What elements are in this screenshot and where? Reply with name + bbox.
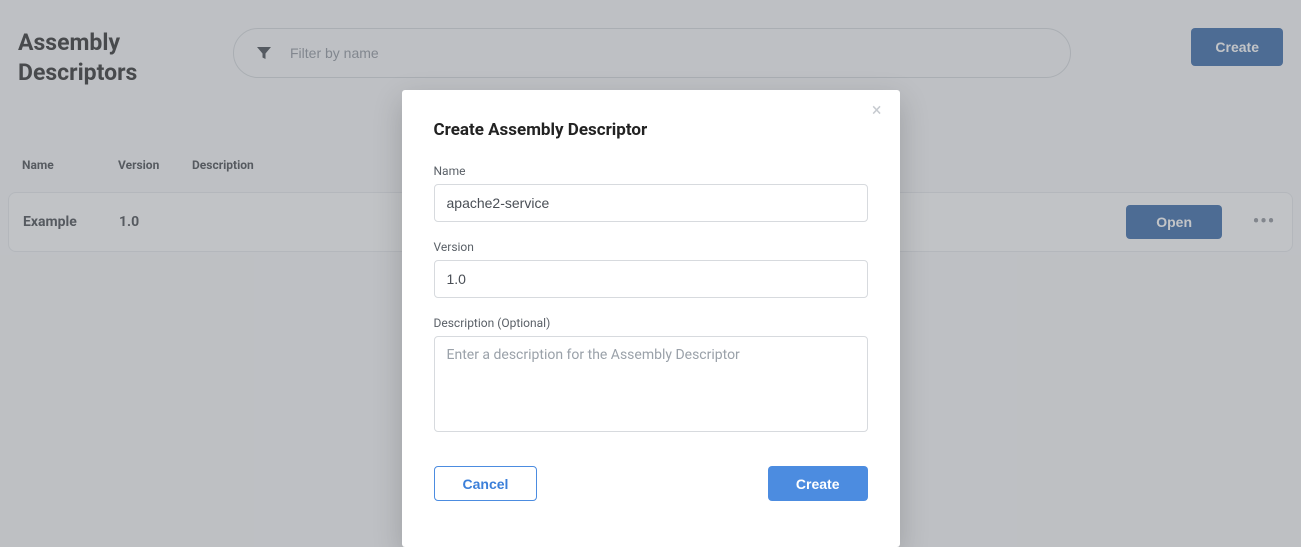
close-icon[interactable]: × — [872, 102, 882, 120]
create-assembly-modal: × Create Assembly Descriptor Name Versio… — [402, 90, 900, 547]
description-label: Description (Optional) — [434, 316, 868, 330]
description-field[interactable] — [434, 336, 868, 432]
name-field[interactable] — [434, 184, 868, 222]
cancel-button[interactable]: Cancel — [434, 466, 538, 501]
modal-overlay: × Create Assembly Descriptor Name Versio… — [0, 0, 1301, 547]
name-label: Name — [434, 164, 868, 178]
version-field[interactable] — [434, 260, 868, 298]
create-button-modal[interactable]: Create — [768, 466, 868, 501]
version-label: Version — [434, 240, 868, 254]
modal-title: Create Assembly Descriptor — [434, 120, 868, 140]
